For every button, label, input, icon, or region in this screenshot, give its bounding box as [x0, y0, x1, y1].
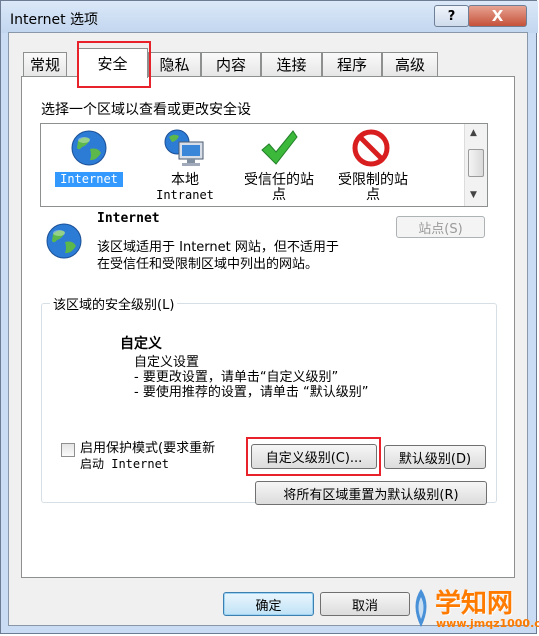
security-level-group [41, 303, 497, 503]
scroll-up-arrow-icon[interactable]: ▲ [470, 128, 477, 138]
tab-connections[interactable]: 连接 [261, 52, 322, 76]
zone-trusted-label[interactable]: 受信任的站 点 [235, 173, 323, 203]
intranet-computer-icon[interactable] [163, 128, 207, 168]
tab-privacy[interactable]: 隐私 [148, 52, 201, 76]
globe-icon [46, 223, 82, 259]
cancel-button[interactable]: 取消 [320, 592, 410, 616]
security-level-group-label: 该区域的安全级别(L) [50, 294, 178, 313]
ok-button[interactable]: 确定 [223, 592, 314, 616]
help-button[interactable]: ? [434, 5, 469, 27]
close-icon: X [491, 7, 504, 25]
watermark-brand: 学知网 [435, 589, 514, 619]
custom-level-button[interactable]: 自定义级别(C)... [251, 444, 377, 469]
zone-prompt: 选择一个区域以查看或更改安全设 [41, 102, 251, 118]
zone-intranet-label[interactable]: 本地 Intranet [150, 173, 220, 203]
globe-icon[interactable] [70, 129, 108, 167]
reset-all-zones-button[interactable]: 将所有区域重置为默认级别(R) [255, 481, 487, 505]
tab-content[interactable]: 内容 [201, 52, 261, 76]
security-level-name: 自定义 [120, 336, 162, 352]
title-bar[interactable]: Internet 选项 ? X [1, 1, 538, 33]
zone-internet-label[interactable]: Internet [55, 172, 123, 187]
green-check-icon[interactable] [259, 128, 299, 168]
window-title: Internet 选项 [10, 12, 99, 28]
zone-description-line2: 在受信任和受限制区域中列出的网站。 [97, 257, 319, 272]
restricted-icon[interactable] [352, 129, 390, 167]
scroll-thumb[interactable] [468, 149, 484, 177]
help-icon: ? [447, 8, 456, 24]
security-level-desc-line3: - 要使用推荐的设置，请单击 “默认级别” [134, 385, 369, 400]
security-level-desc-line2: - 要更改设置，请单击“自定义级别” [134, 370, 339, 385]
security-level-desc-line1: 自定义设置 [134, 355, 200, 370]
site-watermark: 学知网 www.jmqz1000.com [408, 583, 539, 635]
zone-list-scrollbar[interactable]: ▲ ▼ [464, 124, 487, 206]
sites-button[interactable]: 站点(S) [396, 216, 485, 238]
protected-mode-label-line1[interactable]: 启用保护模式(要求重新 [80, 441, 215, 457]
tab-general[interactable]: 常规 [23, 52, 67, 76]
protected-mode-checkbox[interactable] [61, 443, 75, 457]
default-level-button[interactable]: 默认级别(D) [384, 445, 486, 469]
brand-logo-icon [415, 589, 427, 627]
tab-security[interactable]: 安全 [77, 48, 148, 78]
tab-advanced[interactable]: 高级 [382, 52, 438, 76]
close-button[interactable]: X [468, 5, 527, 27]
watermark-url: www.jmqz1000.com [436, 617, 539, 630]
protected-mode-label-line2[interactable]: 启动 Internet [80, 457, 169, 469]
scroll-down-arrow-icon[interactable]: ▼ [470, 190, 477, 200]
tab-programs[interactable]: 程序 [322, 52, 382, 76]
zone-title: Internet [97, 211, 160, 226]
zone-restricted-label[interactable]: 受限制的站 点 [329, 173, 417, 203]
